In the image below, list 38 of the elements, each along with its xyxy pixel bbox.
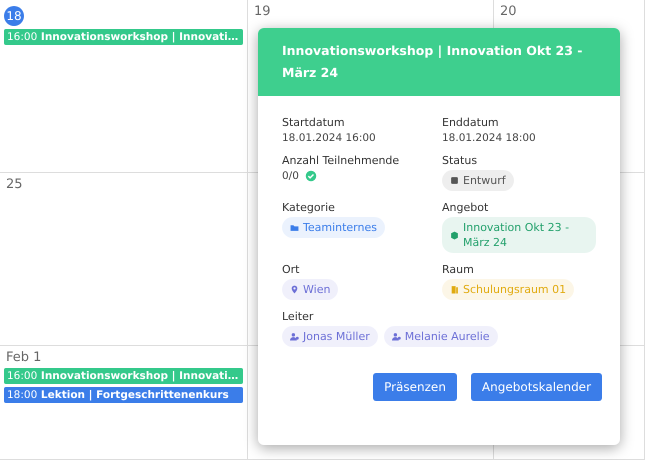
- participant-count: 0/0: [282, 170, 299, 182]
- day-number: 20: [499, 4, 517, 19]
- day-number: 18: [4, 6, 24, 26]
- field-value: 18.01.2024 18:00: [442, 132, 536, 144]
- location-pin-icon: [290, 285, 299, 294]
- user-icon: [392, 332, 401, 341]
- day-number: 19: [253, 4, 271, 19]
- calendar-event[interactable]: 18:00 Lektion | Fortgeschrittenenkurs: [4, 387, 243, 403]
- field-label: Raum: [442, 263, 474, 276]
- field-label: Leiter: [282, 310, 314, 323]
- calendar-event[interactable]: 16:00 Innovationsworkshop | Innovati…: [4, 368, 243, 384]
- category-chip: Teaminternes: [282, 217, 385, 238]
- field-label: Startdatum: [282, 116, 345, 129]
- location-chip: Wien: [282, 279, 338, 300]
- check-icon: [304, 170, 317, 182]
- day-number: 25: [5, 177, 23, 192]
- day-number: Feb 1: [5, 350, 42, 365]
- popup-title: Innovationsworkshop | Innovation Okt 23 - März 24: [282, 42, 584, 82]
- field-label: Anzahl Teilnehmende: [282, 154, 400, 167]
- action-button[interactable]: Präsenzen: [373, 373, 457, 401]
- field-label: Status: [442, 154, 478, 167]
- field-label: Ort: [282, 263, 300, 276]
- offer-chip: Innovation Okt 23 - März 24: [442, 217, 596, 253]
- field-label: Enddatum: [442, 116, 499, 129]
- action-button[interactable]: Angebotskalender: [470, 373, 602, 401]
- cube-icon: [450, 230, 459, 240]
- folder-icon: [290, 223, 299, 232]
- square-icon: [450, 176, 459, 185]
- field-label: Angebot: [442, 201, 488, 214]
- field-value: 18.01.2024 16:00: [282, 132, 376, 144]
- calendar-event[interactable]: 16:00 Innovationsworkshop | Innovati…: [4, 29, 243, 45]
- status-chip: Entwurf: [442, 170, 514, 191]
- door-icon: [450, 285, 459, 294]
- leader-chip: Melanie Aurelie: [384, 326, 498, 347]
- room-chip: Schulungsraum 01: [442, 279, 574, 300]
- user-icon: [290, 332, 299, 341]
- field-label: Kategorie: [282, 201, 335, 214]
- leader-chip: Jonas Müller: [282, 326, 378, 347]
